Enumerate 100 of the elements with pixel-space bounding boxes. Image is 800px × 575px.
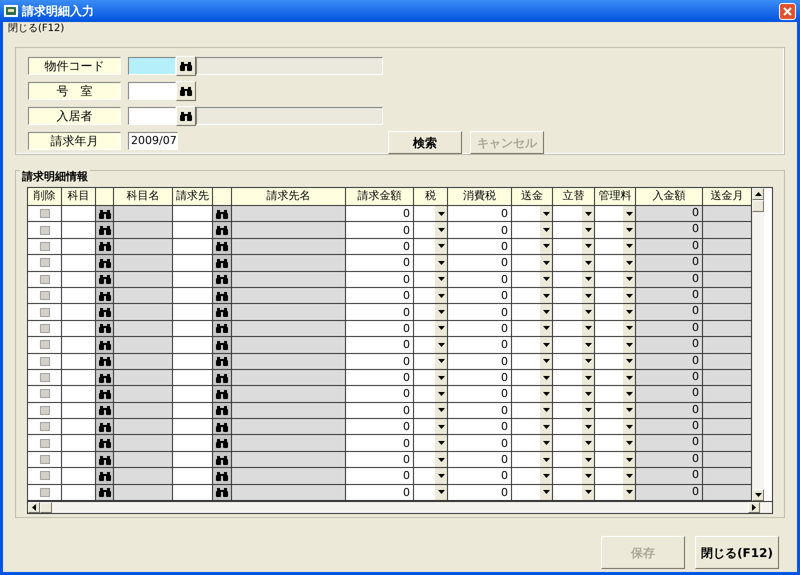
table-input[interactable] (173, 272, 213, 288)
dropdown-field[interactable] (553, 272, 595, 288)
table-input[interactable] (62, 402, 96, 420)
lookup-button[interactable] (96, 337, 114, 354)
dropdown-field[interactable] (414, 206, 448, 222)
dropdown-field[interactable] (595, 320, 636, 338)
table-input[interactable] (62, 255, 96, 272)
table-input[interactable] (62, 452, 96, 468)
table-input[interactable] (62, 419, 96, 436)
lookup-button[interactable] (213, 288, 232, 304)
dropdown-field[interactable] (512, 354, 553, 370)
table-input[interactable] (62, 337, 96, 354)
lookup-button[interactable] (96, 354, 114, 370)
dropdown-field[interactable] (414, 402, 448, 420)
scroll-thumb[interactable] (752, 200, 764, 212)
dropdown-field[interactable] (595, 272, 636, 288)
table-input[interactable] (62, 304, 96, 321)
dropdown-field[interactable] (595, 402, 636, 420)
table-input[interactable] (62, 354, 96, 370)
dropdown-field[interactable] (553, 402, 595, 420)
table-input[interactable] (62, 222, 96, 239)
table-input[interactable] (173, 468, 213, 485)
table-input[interactable] (62, 370, 96, 386)
delete-checkbox[interactable] (40, 291, 50, 300)
dropdown-field[interactable] (595, 386, 636, 403)
table-input[interactable] (62, 206, 96, 222)
dropdown-field[interactable] (553, 468, 595, 485)
lookup-button[interactable] (96, 402, 114, 420)
lookup-button[interactable] (213, 386, 232, 403)
lookup-button[interactable] (213, 354, 232, 370)
lookup-button[interactable] (213, 402, 232, 420)
lookup-button[interactable] (96, 222, 114, 239)
delete-checkbox[interactable] (40, 340, 50, 350)
table-input[interactable] (173, 320, 213, 338)
lookup-button[interactable] (96, 435, 114, 452)
dropdown-field[interactable] (553, 222, 595, 239)
code-field[interactable] (128, 82, 176, 100)
lookup-button[interactable] (213, 272, 232, 288)
dropdown-field[interactable] (414, 435, 448, 452)
dropdown-field[interactable] (414, 272, 448, 288)
dropdown-field[interactable] (512, 222, 553, 239)
vertical-scrollbar[interactable] (752, 188, 764, 502)
table-input[interactable] (62, 238, 96, 256)
delete-checkbox[interactable] (40, 258, 50, 268)
table-input[interactable] (62, 272, 96, 288)
scroll-down-button[interactable] (752, 489, 764, 502)
scroll-up-button[interactable] (752, 188, 764, 200)
dropdown-field[interactable] (512, 435, 553, 452)
dropdown-field[interactable] (595, 435, 636, 452)
dropdown-field[interactable] (512, 402, 553, 420)
dropdown-field[interactable] (414, 320, 448, 338)
table-input[interactable] (173, 255, 213, 272)
lookup-button[interactable] (213, 304, 232, 321)
delete-checkbox[interactable] (40, 356, 50, 366)
dropdown-field[interactable] (553, 238, 595, 256)
lookup-button[interactable] (96, 468, 114, 485)
lookup-button[interactable] (96, 272, 114, 288)
dropdown-field[interactable] (414, 484, 448, 502)
lookup-button[interactable] (96, 419, 114, 436)
dropdown-field[interactable] (553, 386, 595, 403)
dropdown-field[interactable] (512, 255, 553, 272)
dropdown-field[interactable] (414, 370, 448, 386)
table-input[interactable] (173, 206, 213, 222)
table-input[interactable] (62, 288, 96, 304)
delete-checkbox[interactable] (40, 226, 50, 235)
dropdown-field[interactable] (512, 386, 553, 403)
table-input[interactable] (173, 238, 213, 256)
lookup-button[interactable] (213, 468, 232, 485)
dropdown-field[interactable] (414, 238, 448, 256)
dropdown-field[interactable] (553, 484, 595, 502)
table-input[interactable] (173, 452, 213, 468)
footer-button[interactable]: 閉じる(F12) (695, 536, 779, 569)
dropdown-field[interactable] (553, 304, 595, 321)
dropdown-field[interactable] (553, 337, 595, 354)
table-input[interactable] (173, 370, 213, 386)
table-input[interactable] (173, 288, 213, 304)
scroll-thumb[interactable] (40, 502, 52, 514)
delete-checkbox[interactable] (40, 471, 50, 480)
dropdown-field[interactable] (512, 288, 553, 304)
dropdown-field[interactable] (595, 255, 636, 272)
dropdown-field[interactable] (595, 484, 636, 502)
dropdown-field[interactable] (414, 386, 448, 403)
delete-checkbox[interactable] (40, 209, 50, 218)
dropdown-field[interactable] (414, 468, 448, 485)
dropdown-field[interactable] (595, 452, 636, 468)
text-field[interactable]: 2009/07 (128, 132, 178, 150)
lookup-button[interactable] (213, 206, 232, 222)
lookup-button[interactable] (96, 386, 114, 403)
delete-checkbox[interactable] (40, 373, 50, 382)
delete-checkbox[interactable] (40, 389, 50, 398)
table-input[interactable] (173, 354, 213, 370)
dropdown-field[interactable] (553, 320, 595, 338)
delete-checkbox[interactable] (40, 488, 50, 497)
code-field[interactable] (128, 107, 176, 125)
lookup-button[interactable] (96, 484, 114, 502)
table-input[interactable] (173, 419, 213, 436)
search-button[interactable]: 検索 (388, 131, 462, 154)
lookup-button[interactable] (213, 337, 232, 354)
dropdown-field[interactable] (595, 288, 636, 304)
lookup-button[interactable] (96, 304, 114, 321)
